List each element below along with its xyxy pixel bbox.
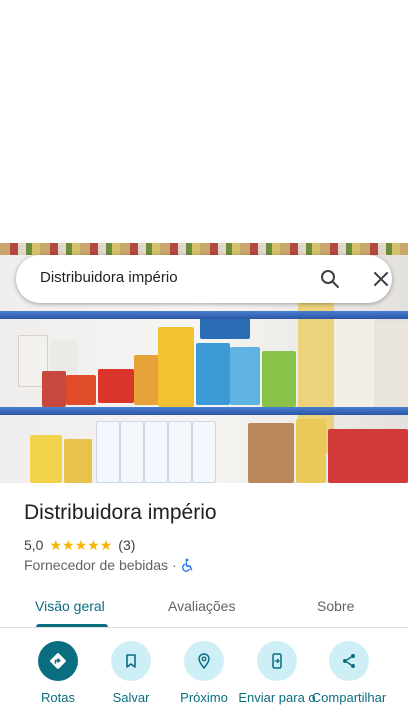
active-tab-indicator [36,624,108,627]
directions-icon [38,641,78,681]
directions-button[interactable]: Rotas [18,641,98,705]
product-item [134,355,160,405]
product-item [376,323,408,413]
shelf [0,311,408,319]
product-item [168,421,192,483]
shelf [0,407,408,415]
photo-top-products [0,243,408,255]
category-row: Fornecedor de bebidas · [24,557,195,573]
product-item [296,419,326,483]
product-item [248,423,294,483]
send-to-phone-icon [257,641,297,681]
star-icon: ★ [49,537,63,553]
search-input[interactable]: Distribuidora império [40,269,178,286]
product-item [196,343,230,405]
product-item [192,421,216,483]
product-item [98,369,134,403]
rating-stars: ★ ★ ★ ★ ★ [49,538,112,552]
product-item [230,347,260,405]
nearby-button[interactable]: Próximo [164,641,244,705]
tab-avaliacoes[interactable]: Avaliações [168,598,235,614]
product-item [144,421,168,483]
place-tabs: Visão geral Avaliações Sobre [0,586,408,628]
search-icon[interactable] [318,267,342,291]
star-icon: ★ [74,537,88,553]
product-item [66,375,96,405]
product-item [30,435,62,483]
wheelchair-icon [181,558,195,572]
tab-visao-geral[interactable]: Visão geral [35,598,105,614]
map-area[interactable] [0,0,408,243]
star-icon: ★ [87,537,100,553]
send-to-phone-label: Enviar para o [238,690,316,705]
product-item [334,313,374,413]
search-bar[interactable]: Distribuidora império [16,255,392,303]
save-button[interactable]: Salvar [91,641,171,705]
product-item [42,371,66,407]
share-button[interactable]: Compartilhar [309,641,389,705]
directions-label: Rotas [41,690,75,705]
star-icon: ★ [99,537,113,553]
place-sheet: Distribuidora império 5,0 ★ ★ ★ ★ ★ (3) … [0,483,408,726]
save-label: Salvar [112,690,150,705]
close-icon[interactable] [369,267,393,291]
review-count[interactable]: (3) [118,537,135,553]
product-item [120,421,144,483]
separator-dot: · [172,557,177,573]
product-item [200,317,250,339]
product-item [96,421,120,483]
action-bar: Rotas Salvar Próximo Enviar para o Compa… [0,641,408,726]
product-item [158,327,194,407]
place-category: Fornecedor de bebidas [24,557,168,573]
product-item [262,351,296,407]
product-item [328,429,408,483]
rating-value: 5,0 [24,537,44,553]
star-icon: ★ [62,537,75,553]
place-title: Distribuidora império [24,501,217,524]
share-label: Compartilhar [311,690,387,705]
send-to-phone-button[interactable]: Enviar para o [237,641,317,705]
bookmark-icon [111,641,151,681]
product-item [50,341,78,373]
tab-sobre[interactable]: Sobre [317,598,354,614]
nearby-label: Próximo [180,690,228,705]
nearby-icon [184,641,224,681]
share-icon [329,641,369,681]
rating-row[interactable]: 5,0 ★ ★ ★ ★ ★ (3) [24,537,135,553]
product-item [64,439,92,483]
